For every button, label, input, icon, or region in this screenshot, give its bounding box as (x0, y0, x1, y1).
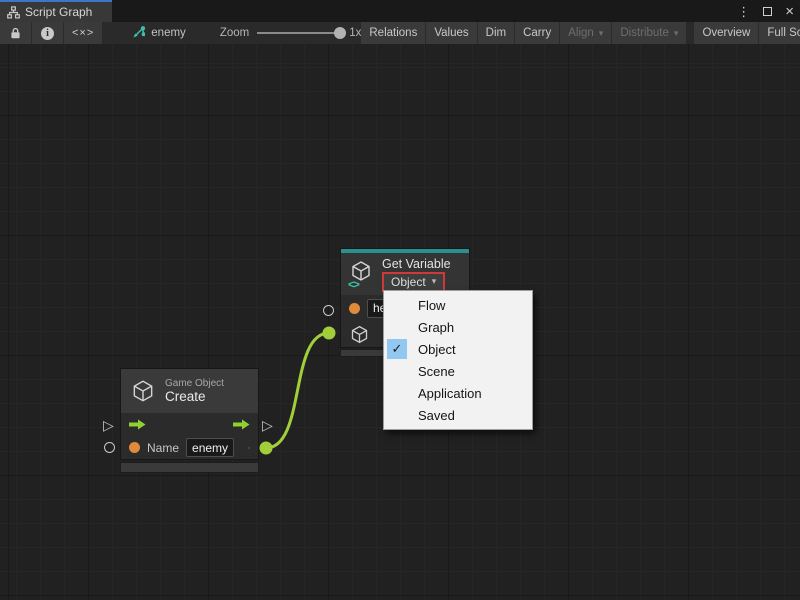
info-icon: i (41, 27, 54, 40)
menu-item-scene[interactable]: Scene (384, 360, 532, 382)
flow-input-port[interactable]: ▷ (103, 418, 114, 432)
overview-button[interactable]: Overview (694, 22, 758, 44)
more-menu-icon[interactable]: ⋮ (737, 5, 750, 18)
graph-breadcrumb[interactable]: enemy (125, 22, 192, 44)
node-title: Get Variable (382, 257, 451, 271)
create-node[interactable]: Game Object Create Name enem (120, 368, 259, 460)
hierarchy-icon (7, 6, 20, 19)
menu-item-graph[interactable]: Graph (384, 316, 532, 338)
wire-target-port[interactable] (323, 327, 336, 340)
name-input[interactable]: enemy (186, 438, 234, 457)
gameobject-cube-icon (130, 378, 156, 404)
graph-name: enemy (151, 27, 186, 39)
gameobject-output-cube-icon[interactable] (248, 438, 250, 458)
create-body: Name enemy (121, 413, 258, 459)
chevron-down-icon: ▾ (599, 28, 604, 39)
string-port-icon[interactable] (129, 442, 140, 453)
variable-kind-dropdown[interactable]: Object ▾ (382, 272, 445, 292)
check-icon: ✓ (387, 339, 407, 359)
angle-brackets-icon: <> (348, 279, 359, 291)
zoom-value: 1x (349, 27, 361, 39)
values-button[interactable]: Values (426, 22, 476, 44)
chevron-down-icon: ▾ (674, 28, 679, 39)
distribute-button[interactable]: Distribute ▾ (612, 22, 686, 44)
variable-name-port[interactable] (323, 305, 334, 316)
flow-row (121, 413, 258, 436)
variable-kind-value: Object (391, 275, 426, 289)
menu-item-flow[interactable]: Flow (384, 294, 532, 316)
tab-label: Script Graph (25, 5, 92, 19)
tab-script-graph[interactable]: Script Graph (0, 0, 112, 22)
chevron-down-icon: ▾ (432, 276, 437, 287)
carry-button[interactable]: Carry (515, 22, 559, 44)
graph-icon (131, 26, 145, 40)
code-icon: <×> (72, 27, 94, 39)
menu-item-label: Object (418, 342, 456, 357)
zoom-label: Zoom (220, 27, 249, 39)
distribute-label: Distribute (620, 27, 669, 39)
graph-canvas[interactable]: <> Get Variable Object ▾ he (0, 44, 800, 600)
name-input-port[interactable] (104, 442, 115, 453)
node-title: Create (165, 389, 224, 404)
get-variable-header: <> Get Variable Object ▾ (341, 253, 469, 295)
flow-in-arrow-icon[interactable] (129, 419, 146, 430)
close-icon[interactable]: × (785, 4, 794, 19)
name-label: Name (147, 441, 179, 455)
zoom-slider-handle[interactable] (334, 27, 346, 39)
variable-kind-menu: Flow Graph ✓ Object Scene Application Sa… (383, 290, 533, 430)
script-graph-window: Script Graph ⋮ × i <×> (0, 0, 800, 600)
variable-cube-icon: <> (349, 259, 375, 289)
flow-output-port[interactable]: ▷ (262, 418, 273, 432)
lock-button[interactable] (0, 22, 31, 44)
name-row: Name enemy (121, 436, 258, 459)
window-controls: ⋮ × (737, 0, 794, 22)
relations-button[interactable]: Relations (361, 22, 425, 44)
node-category: Game Object (165, 378, 224, 389)
info-button[interactable]: i (32, 22, 63, 44)
create-header: Game Object Create (121, 369, 258, 413)
align-label: Align (568, 27, 594, 39)
flow-out-arrow-icon[interactable] (233, 419, 250, 430)
menu-item-object[interactable]: ✓ Object (384, 338, 532, 360)
wire-source-port[interactable] (260, 442, 273, 455)
gameobject-port-cube-icon[interactable] (349, 324, 370, 345)
zoom-control: Zoom 1x (220, 22, 362, 44)
menu-item-saved[interactable]: Saved (384, 404, 532, 426)
full-screen-button[interactable]: Full Screen (759, 22, 800, 44)
menu-item-application[interactable]: Application (384, 382, 532, 404)
zoom-slider[interactable] (257, 32, 341, 34)
maximize-icon[interactable] (763, 7, 772, 16)
dim-button[interactable]: Dim (478, 22, 514, 44)
title-bar: Script Graph ⋮ × (0, 0, 800, 22)
align-button[interactable]: Align ▾ (560, 22, 611, 44)
string-port-icon[interactable] (349, 303, 360, 314)
create-footer (120, 462, 259, 473)
lock-icon (9, 26, 22, 40)
graph-toolbar: i <×> enemy Zoom 1x Rela (0, 22, 800, 44)
code-toggle-button[interactable]: <×> (64, 22, 102, 44)
